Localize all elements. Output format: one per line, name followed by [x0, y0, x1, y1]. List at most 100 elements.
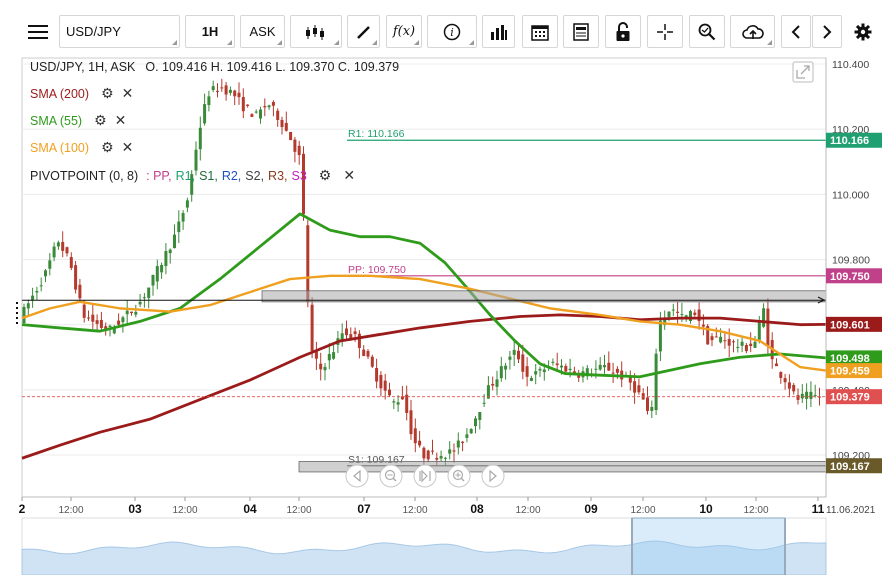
candle-body: [233, 90, 237, 97]
sma55-close-icon[interactable]: ✕: [115, 112, 127, 129]
candle-body: [555, 363, 559, 366]
candle-body: [207, 96, 211, 106]
zoom-out-icon[interactable]: [379, 464, 403, 488]
pivot-close-icon[interactable]: ✕: [343, 167, 355, 184]
candle-body: [95, 320, 99, 324]
candle-body: [306, 225, 310, 302]
candle-body: [284, 122, 288, 131]
pivot-settings-gear-icon[interactable]: ⚙: [319, 167, 332, 184]
candle-body: [667, 311, 671, 317]
price-tag-label: 110.166: [830, 135, 869, 147]
candle-body: [762, 308, 766, 327]
sma200-close-icon[interactable]: ✕: [122, 85, 134, 102]
sma100-settings-gear-icon[interactable]: ⚙: [101, 139, 114, 156]
sma55-label[interactable]: SMA (55): [30, 114, 82, 128]
candle-body: [654, 353, 658, 411]
candle-body: [796, 395, 800, 400]
price-tag-label: 109.750: [830, 271, 870, 283]
candle-body: [805, 391, 809, 399]
candle-body: [405, 394, 409, 413]
candle-body: [276, 110, 280, 120]
navigator-panel[interactable]: [21, 517, 827, 575]
candle-body: [44, 270, 47, 277]
candle-body: [766, 308, 770, 347]
sma55-settings-gear-icon[interactable]: ⚙: [94, 112, 107, 129]
candle-body: [422, 447, 426, 459]
x-tick-label: 12:00: [58, 505, 83, 516]
pivot-r2-label: R2,: [221, 168, 242, 183]
candle-body: [383, 380, 387, 391]
candle-body: [452, 450, 456, 452]
candle-body: [753, 341, 757, 348]
candle-body: [392, 401, 396, 403]
candle-body: [91, 314, 95, 322]
price-axis: 110.400110.200110.000109.800109.400109.2…: [825, 58, 882, 497]
candle-body: [435, 457, 439, 460]
candle-body: [676, 311, 680, 313]
candle-body: [164, 251, 168, 267]
x-tick-label: 12:00: [172, 505, 197, 516]
candle-body: [783, 378, 787, 383]
sma200-settings-gear-icon[interactable]: ⚙: [101, 85, 114, 102]
candle-body: [69, 257, 73, 268]
fit-icon[interactable]: [413, 464, 437, 488]
candle-body: [740, 341, 744, 346]
zoom-control-circle: [345, 464, 369, 488]
pivot-r1-label: R1,: [175, 168, 196, 183]
sma100-close-icon[interactable]: ✕: [122, 139, 134, 156]
candle-body: [719, 336, 723, 343]
candle-body: [800, 393, 804, 399]
x-tick-label: 12:00: [286, 505, 311, 516]
candle-body: [431, 450, 434, 452]
zoom-control-circle: [413, 464, 437, 488]
pivot-label[interactable]: PIVOTPOINT (0, 8): [30, 169, 138, 183]
candle-body: [263, 106, 267, 108]
candle-body: [366, 351, 370, 357]
candle-body: [461, 441, 465, 443]
candle-body: [250, 114, 254, 117]
candle-body: [198, 127, 202, 150]
price-chart[interactable]: R1: 110.166PP: 109.750S1: 109.167 110.40…: [0, 0, 892, 575]
candle-body: [732, 341, 735, 343]
candle-body: [564, 366, 568, 372]
x-tick-label: 10: [699, 502, 713, 516]
candle-body: [78, 284, 82, 299]
candle-body: [173, 234, 176, 249]
candle-body: [779, 372, 783, 378]
nav-right-icon[interactable]: [481, 464, 505, 488]
candle-body: [534, 371, 538, 375]
candle-body: [362, 349, 366, 356]
x-tick-label: 03: [128, 502, 142, 516]
sma200-label[interactable]: SMA (200): [30, 87, 89, 101]
candle-body: [181, 213, 185, 222]
y-tick-label: 110.000: [832, 189, 869, 201]
candle-body: [744, 345, 748, 352]
candle-body: [448, 449, 452, 454]
x-tick-label: 12:00: [630, 505, 655, 516]
candle-body: [357, 333, 361, 348]
popout-icon[interactable]: [792, 61, 814, 83]
candle-body: [220, 87, 224, 89]
candle-body: [147, 287, 151, 298]
candle-body: [35, 291, 39, 293]
nav-left-icon[interactable]: [345, 464, 369, 488]
time-axis: 2 12:00 03 12:00 04 12:00 07 12:00 08 12:00 09 12:0…: [19, 496, 876, 516]
x-tick-label: 07: [357, 502, 371, 516]
zoom-in-icon[interactable]: [447, 464, 471, 488]
candle-body: [211, 86, 215, 91]
candle-body: [809, 391, 813, 399]
candle-body: [302, 153, 305, 215]
x-tick-label: 12:00: [402, 505, 427, 516]
candle-body: [26, 303, 30, 309]
sma100-label[interactable]: SMA (100): [30, 141, 89, 155]
candle-body: [259, 109, 262, 119]
candle-body: [413, 428, 417, 444]
x-tick-label: 08: [470, 502, 484, 516]
candle-body: [121, 317, 125, 323]
candle-body: [727, 339, 731, 346]
candle-body: [521, 354, 525, 372]
sma200-line: [21, 313, 827, 460]
x-tick-label: 2: [19, 502, 26, 516]
candle-body: [409, 410, 413, 435]
candle-body: [714, 336, 718, 338]
